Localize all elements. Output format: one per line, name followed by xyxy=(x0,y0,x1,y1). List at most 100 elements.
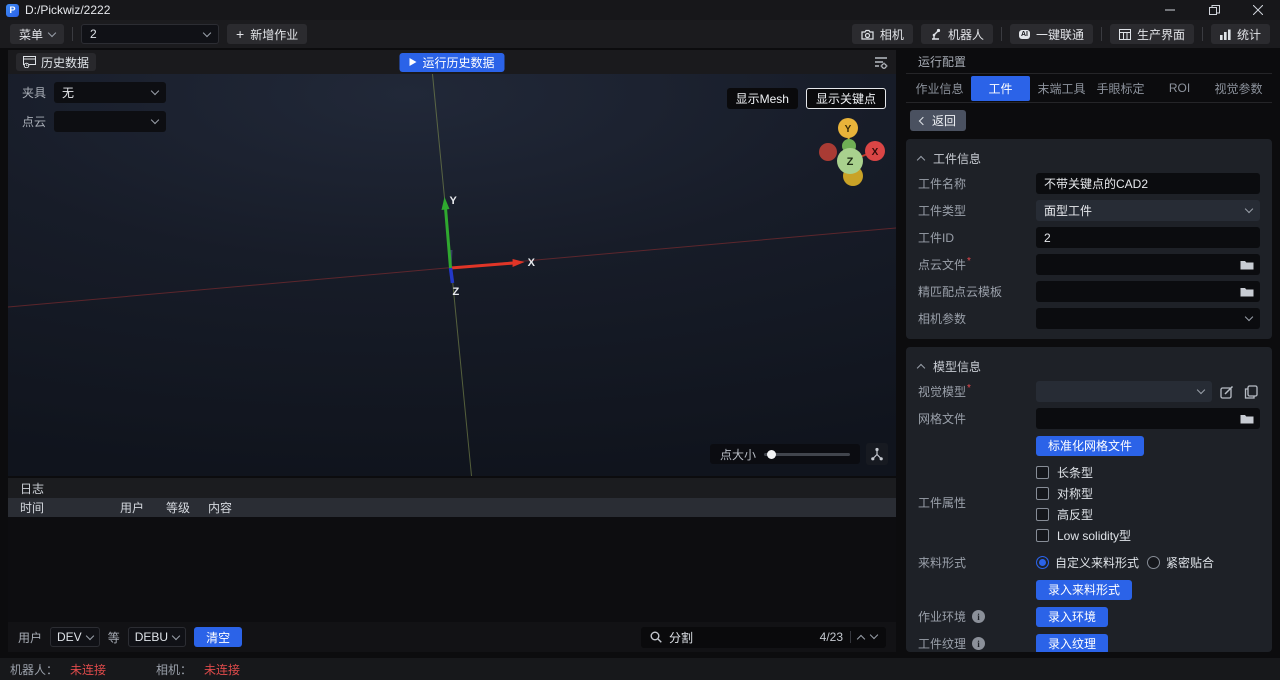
fine-match-template-label: 精匹配点云模板 xyxy=(918,283,1036,300)
log-user-filter-select[interactable]: DEV xyxy=(50,627,100,647)
plus-icon: + xyxy=(236,27,244,41)
tab-vision-params[interactable]: 视觉参数 xyxy=(1209,76,1268,101)
tab-roi[interactable]: ROI xyxy=(1150,77,1209,99)
show-mesh-button[interactable]: 显示Mesh xyxy=(727,88,798,109)
robot-button[interactable]: 机器人 xyxy=(921,24,993,44)
show-mesh-label: 显示Mesh xyxy=(736,90,789,107)
point-size-label: 点大小 xyxy=(720,446,756,463)
y-axis-label: Y xyxy=(449,195,457,207)
ai-icon: AI xyxy=(1019,30,1030,39)
workpiece-name-label: 工件名称 xyxy=(918,175,1036,192)
log-level-filter-label: 等 xyxy=(108,629,120,646)
play-icon xyxy=(409,58,416,66)
close-button[interactable] xyxy=(1236,0,1280,20)
edit-model-button[interactable] xyxy=(1218,383,1236,401)
one-key-connect-button[interactable]: AI 一键联通 xyxy=(1010,24,1093,44)
slider-knob[interactable] xyxy=(767,450,776,459)
workpiece-info-header[interactable]: 工件信息 xyxy=(918,147,1260,169)
pointcloud-select[interactable] xyxy=(54,111,166,132)
statistics-button[interactable]: 统计 xyxy=(1211,24,1270,44)
world-axes: X Y Z xyxy=(8,74,896,476)
minimize-button[interactable] xyxy=(1148,0,1192,20)
log-panel: 日志 时间 用户 等级 内容 用户 DEV 等 DEBU xyxy=(8,478,896,652)
bar-chart-icon xyxy=(1220,29,1231,40)
clear-log-button[interactable]: 清空 xyxy=(194,627,242,647)
work-env-label: 作业环境i xyxy=(918,608,1036,625)
pointcloud-file-label: 点云文件* xyxy=(918,256,1036,273)
tab-hand-eye-calib[interactable]: 手眼标定 xyxy=(1091,76,1150,101)
robot-status-value: 未连接 xyxy=(70,661,106,678)
point-size-slider[interactable] xyxy=(764,453,850,456)
log-level-filter-select[interactable]: DEBU xyxy=(128,627,186,647)
fit-view-button[interactable] xyxy=(866,443,888,465)
new-job-button[interactable]: + 新增作业 xyxy=(227,24,307,44)
pointcloud-file-input[interactable] xyxy=(1036,254,1260,275)
new-job-label: 新增作业 xyxy=(250,26,298,43)
checkbox-long-strip[interactable] xyxy=(1036,466,1049,479)
info-icon[interactable]: i xyxy=(972,637,985,650)
tab-end-tool[interactable]: 末端工具 xyxy=(1032,76,1091,101)
mesh-file-label: 网格文件 xyxy=(918,410,1036,427)
search-next-icon[interactable] xyxy=(870,631,878,639)
copy-model-button[interactable] xyxy=(1242,383,1260,401)
vision-model-select[interactable] xyxy=(1036,381,1212,402)
grid-icon xyxy=(1119,29,1131,40)
checkbox-low-solidity[interactable] xyxy=(1036,529,1049,542)
log-user-filter-label: 用户 xyxy=(18,629,42,646)
workpiece-info-card: 工件信息 工件名称 工件类型 面型工件 工件ID xyxy=(906,139,1272,339)
collapse-icon xyxy=(917,155,925,163)
chevron-down-icon xyxy=(1197,386,1205,394)
orientation-gizmo[interactable]: Z Y X xyxy=(808,114,896,232)
folder-icon[interactable] xyxy=(1240,286,1254,297)
divider xyxy=(1202,27,1203,41)
viewport-toolbar: 历史数据 运行历史数据 xyxy=(8,50,896,74)
folder-icon[interactable] xyxy=(1240,259,1254,270)
display-settings-icon[interactable] xyxy=(872,56,888,69)
maximize-button[interactable] xyxy=(1192,0,1236,20)
mesh-file-input[interactable] xyxy=(1036,408,1260,429)
folder-icon[interactable] xyxy=(1240,413,1254,424)
show-keypoints-button[interactable]: 显示关键点 xyxy=(806,88,886,109)
radio-tight-fit[interactable] xyxy=(1147,556,1160,569)
chevron-down-icon xyxy=(203,28,211,36)
checkbox-high-reflective[interactable] xyxy=(1036,508,1049,521)
job-select[interactable]: 2 xyxy=(81,24,219,44)
record-feed-form-button[interactable]: 录入来料形式 xyxy=(1036,580,1132,600)
production-ui-button[interactable]: 生产界面 xyxy=(1110,24,1194,44)
camera-params-select[interactable] xyxy=(1036,308,1260,329)
fine-match-template-input[interactable] xyxy=(1036,281,1260,302)
workpiece-info-title: 工件信息 xyxy=(933,150,981,167)
log-body[interactable] xyxy=(8,517,896,622)
menu-button[interactable]: 菜单 xyxy=(10,24,64,44)
record-env-button[interactable]: 录入环境 xyxy=(1036,607,1108,627)
record-texture-button[interactable]: 录入纹理 xyxy=(1036,634,1108,653)
tab-workpiece[interactable]: 工件 xyxy=(971,76,1030,101)
search-prev-icon[interactable] xyxy=(857,634,865,642)
camera-icon xyxy=(861,29,874,40)
log-search-input[interactable] xyxy=(669,630,813,644)
log-col-level: 等级 xyxy=(166,499,208,516)
normalize-mesh-button[interactable]: 标准化网格文件 xyxy=(1036,436,1144,456)
3d-viewport[interactable]: X Y Z 夹具 无 点云 xyxy=(8,74,896,476)
model-info-header[interactable]: 模型信息 xyxy=(918,355,1260,377)
panel-title: 运行配置 xyxy=(906,50,1272,74)
tab-job-info[interactable]: 作业信息 xyxy=(910,76,969,101)
camera-button[interactable]: 相机 xyxy=(852,24,913,44)
info-icon[interactable]: i xyxy=(972,610,985,623)
radio-custom-feed[interactable] xyxy=(1036,556,1049,569)
workpiece-name-input[interactable] xyxy=(1036,173,1260,194)
checkbox-symmetric[interactable] xyxy=(1036,487,1049,500)
history-data-icon xyxy=(23,56,36,68)
history-data-button[interactable]: 历史数据 xyxy=(16,53,96,71)
titlebar: P D:/Pickwiz/2222 xyxy=(0,0,1280,20)
workpiece-type-select[interactable]: 面型工件 xyxy=(1036,200,1260,221)
back-button[interactable]: 返回 xyxy=(910,110,966,131)
workpiece-id-input[interactable] xyxy=(1036,227,1260,248)
chevron-down-icon xyxy=(48,28,56,36)
radio-custom-feed-label: 自定义来料形式 xyxy=(1055,554,1139,571)
radio-tight-fit-label: 紧密贴合 xyxy=(1166,554,1214,571)
fixture-select[interactable]: 无 xyxy=(54,82,166,103)
log-controls: 用户 DEV 等 DEBU 清空 4/23 xyxy=(8,622,896,652)
run-history-button[interactable]: 运行历史数据 xyxy=(399,53,504,72)
camera-params-label: 相机参数 xyxy=(918,310,1036,327)
